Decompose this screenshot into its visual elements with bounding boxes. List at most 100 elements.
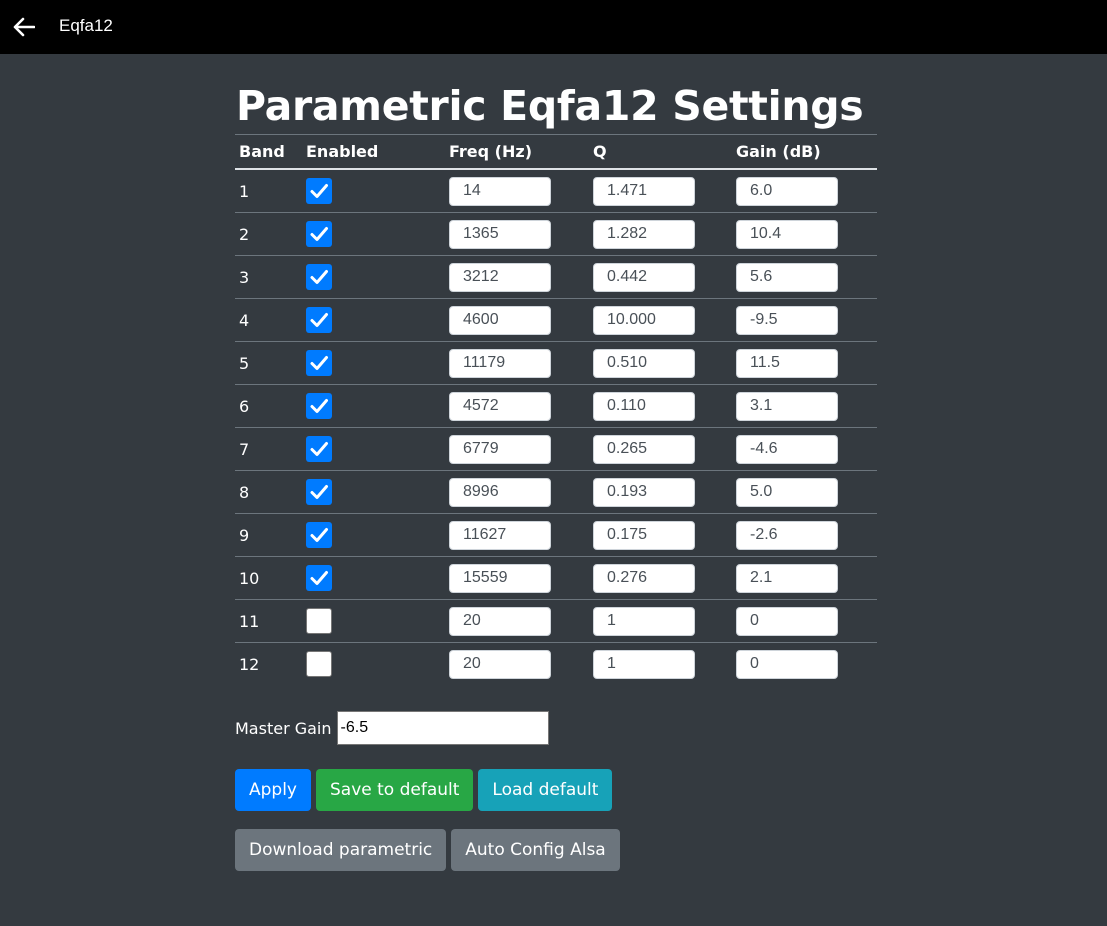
save-default-button[interactable]: Save to default bbox=[316, 769, 474, 812]
freq-input[interactable] bbox=[449, 434, 551, 464]
gain-cell bbox=[732, 169, 877, 214]
gain-input[interactable] bbox=[736, 262, 838, 292]
gain-cell bbox=[732, 513, 877, 558]
band-enabled-checkbox[interactable] bbox=[306, 350, 332, 377]
table-row: 12 bbox=[235, 643, 877, 686]
band-number: 7 bbox=[235, 427, 302, 472]
primary-actions: Apply Save to default Load default bbox=[235, 769, 877, 812]
q-input[interactable] bbox=[593, 563, 695, 593]
band-enabled-checkbox[interactable] bbox=[306, 393, 332, 420]
freq-cell bbox=[445, 341, 589, 386]
enabled-cell bbox=[302, 427, 445, 472]
freq-input[interactable] bbox=[449, 391, 551, 421]
gain-input[interactable] bbox=[736, 563, 838, 593]
q-cell bbox=[589, 298, 732, 343]
page-title: Parametric Eqfa12 Settings bbox=[236, 82, 864, 130]
q-cell bbox=[589, 470, 732, 515]
band-number: 11 bbox=[235, 599, 302, 644]
freq-input[interactable] bbox=[449, 348, 551, 378]
freq-input[interactable] bbox=[449, 649, 551, 679]
back-arrow-icon[interactable] bbox=[13, 17, 36, 37]
load-default-button[interactable]: Load default bbox=[478, 769, 613, 812]
band-number: 4 bbox=[235, 298, 302, 343]
freq-cell bbox=[445, 255, 589, 300]
table-row: 8 bbox=[235, 470, 877, 515]
q-cell bbox=[589, 599, 732, 644]
q-cell bbox=[589, 169, 732, 214]
freq-input[interactable] bbox=[449, 520, 551, 550]
q-input[interactable] bbox=[593, 520, 695, 550]
download-parametric-button[interactable]: Download parametric bbox=[235, 829, 447, 872]
freq-cell bbox=[445, 556, 589, 601]
header-band: Band bbox=[235, 134, 302, 171]
q-cell bbox=[589, 341, 732, 386]
enabled-cell bbox=[302, 298, 445, 343]
gain-input[interactable] bbox=[736, 305, 838, 335]
enabled-cell bbox=[302, 599, 445, 644]
apply-button[interactable]: Apply bbox=[235, 769, 311, 812]
band-enabled-checkbox[interactable] bbox=[306, 651, 332, 678]
master-gain-row: Master Gain bbox=[235, 711, 877, 746]
q-cell bbox=[589, 556, 732, 601]
gain-input[interactable] bbox=[736, 520, 838, 550]
gain-input[interactable] bbox=[736, 434, 838, 464]
gain-input[interactable] bbox=[736, 606, 838, 636]
band-number: 6 bbox=[235, 384, 302, 429]
master-gain-input[interactable] bbox=[336, 711, 549, 746]
gain-input[interactable] bbox=[736, 348, 838, 378]
gain-input[interactable] bbox=[736, 477, 838, 507]
gain-input[interactable] bbox=[736, 176, 838, 206]
enabled-cell bbox=[302, 556, 445, 601]
q-input[interactable] bbox=[593, 649, 695, 679]
gain-input[interactable] bbox=[736, 219, 838, 249]
band-enabled-checkbox[interactable] bbox=[306, 522, 332, 549]
q-input[interactable] bbox=[593, 219, 695, 249]
band-enabled-checkbox[interactable] bbox=[306, 436, 332, 463]
gain-input[interactable] bbox=[736, 649, 838, 679]
q-cell bbox=[589, 513, 732, 558]
freq-input[interactable] bbox=[449, 176, 551, 206]
band-enabled-checkbox[interactable] bbox=[306, 307, 332, 334]
q-input[interactable] bbox=[593, 606, 695, 636]
freq-input[interactable] bbox=[449, 606, 551, 636]
freq-input[interactable] bbox=[449, 305, 551, 335]
freq-cell bbox=[445, 298, 589, 343]
band-number: 5 bbox=[235, 341, 302, 386]
freq-input[interactable] bbox=[449, 477, 551, 507]
freq-input[interactable] bbox=[449, 219, 551, 249]
freq-cell bbox=[445, 169, 589, 214]
enabled-cell bbox=[302, 212, 445, 257]
q-input[interactable] bbox=[593, 391, 695, 421]
freq-cell bbox=[445, 643, 589, 686]
band-enabled-checkbox[interactable] bbox=[306, 178, 332, 205]
band-enabled-checkbox[interactable] bbox=[306, 479, 332, 506]
q-input[interactable] bbox=[593, 305, 695, 335]
freq-input[interactable] bbox=[449, 563, 551, 593]
freq-cell bbox=[445, 427, 589, 472]
band-enabled-checkbox[interactable] bbox=[306, 608, 332, 635]
freq-input[interactable] bbox=[449, 262, 551, 292]
band-number: 3 bbox=[235, 255, 302, 300]
table-row: 1 bbox=[235, 169, 877, 214]
q-input[interactable] bbox=[593, 477, 695, 507]
band-enabled-checkbox[interactable] bbox=[306, 221, 332, 248]
header-enabled: Enabled bbox=[302, 134, 445, 171]
table-row: 6 bbox=[235, 384, 877, 429]
freq-cell bbox=[445, 384, 589, 429]
auto-config-alsa-button[interactable]: Auto Config Alsa bbox=[451, 829, 620, 872]
table-row: 9 bbox=[235, 513, 877, 558]
gain-input[interactable] bbox=[736, 391, 838, 421]
q-input[interactable] bbox=[593, 262, 695, 292]
table-header-row: Band Enabled Freq (Hz) Q Gain (dB) bbox=[235, 134, 877, 171]
enabled-cell bbox=[302, 384, 445, 429]
top-app-bar: Eqfa12 bbox=[0, 0, 1107, 54]
q-input[interactable] bbox=[593, 176, 695, 206]
freq-cell bbox=[445, 513, 589, 558]
gain-cell bbox=[732, 470, 877, 515]
q-cell bbox=[589, 427, 732, 472]
band-enabled-checkbox[interactable] bbox=[306, 264, 332, 291]
q-input[interactable] bbox=[593, 348, 695, 378]
q-input[interactable] bbox=[593, 434, 695, 464]
band-enabled-checkbox[interactable] bbox=[306, 565, 332, 592]
table-row: 7 bbox=[235, 427, 877, 472]
